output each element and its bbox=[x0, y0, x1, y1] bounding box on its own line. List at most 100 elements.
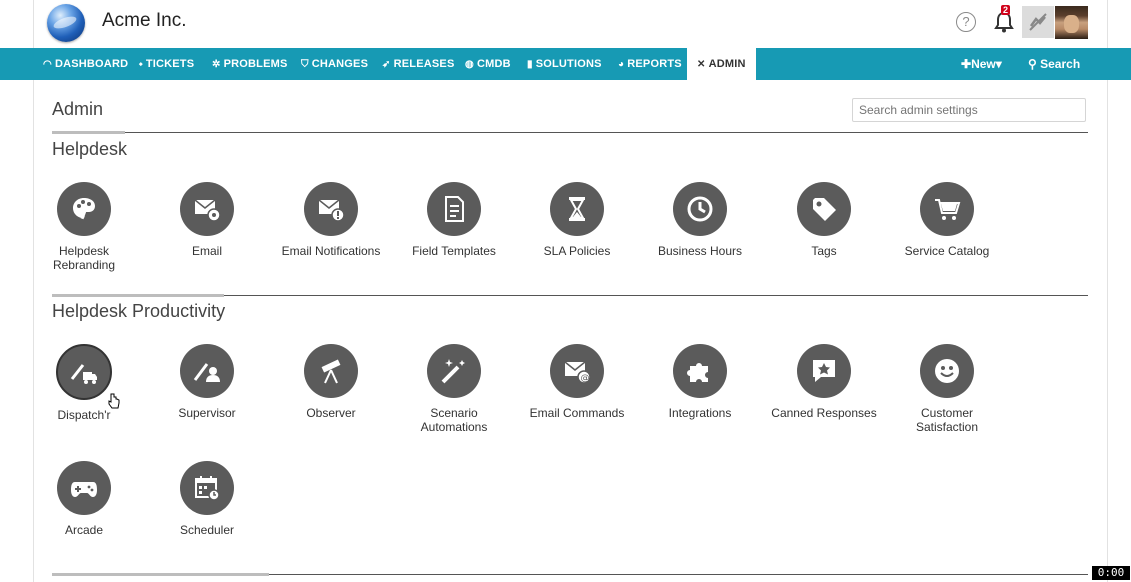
tag-icon bbox=[797, 182, 851, 236]
nav-changes-label: CHANGES bbox=[311, 58, 369, 70]
nav-releases[interactable]: ➶ RELEASES bbox=[382, 48, 455, 80]
recording-timer: 0:00 bbox=[1092, 566, 1130, 580]
tile-label: Helpdesk Rebranding bbox=[52, 244, 116, 272]
palette-icon bbox=[57, 182, 111, 236]
tile-label: Canned Responses bbox=[771, 406, 877, 420]
notification-badge: 2 bbox=[1001, 5, 1011, 15]
tile-email-notifications[interactable]: Email Notifications bbox=[276, 182, 386, 258]
nav-solutions-label: SOLUTIONS bbox=[535, 58, 602, 70]
chat-star-icon bbox=[797, 344, 851, 398]
book-icon: ▮ bbox=[527, 59, 533, 70]
tile-sla-policies[interactable]: SLA Policies bbox=[522, 182, 632, 258]
tile-field-templates[interactable]: Field Templates bbox=[399, 182, 509, 258]
status-toggle-button[interactable] bbox=[1022, 6, 1054, 38]
top-bar: Acme Inc. ? 2 bbox=[34, 0, 1107, 48]
cart-icon bbox=[920, 182, 974, 236]
tile-canned-responses[interactable]: Canned Responses bbox=[769, 344, 879, 420]
tile-label: Email Notifications bbox=[281, 244, 381, 258]
pie-icon: ◕ bbox=[618, 59, 625, 70]
tile-service-catalog[interactable]: Service Catalog bbox=[892, 182, 1002, 258]
tile-label: Scenario Automations bbox=[420, 406, 488, 434]
gamepad-icon bbox=[57, 461, 111, 515]
cube-icon: ◍ bbox=[465, 59, 474, 70]
user-avatar[interactable] bbox=[1055, 6, 1088, 39]
nav-admin[interactable]: ✕ ADMIN bbox=[687, 48, 756, 80]
search-button[interactable]: ⚲ Search bbox=[1028, 48, 1080, 80]
chevron-down-icon: ▾ bbox=[995, 57, 1002, 71]
tile-label: Scheduler bbox=[179, 523, 235, 537]
nav-dashboard-label: DASHBOARD bbox=[54, 58, 129, 70]
tile-label: Service Catalog bbox=[904, 244, 990, 258]
company-logo-icon[interactable] bbox=[47, 4, 85, 42]
agent-status-icon bbox=[1029, 13, 1047, 31]
plus-icon: ✚ bbox=[961, 57, 972, 71]
ticket-icon: ⬩ bbox=[139, 59, 143, 70]
nav-problems-label: PROBLEMS bbox=[223, 58, 288, 70]
help-icon[interactable]: ? bbox=[956, 12, 976, 32]
email-settings-icon bbox=[180, 182, 234, 236]
tile-supervisor[interactable]: Supervisor bbox=[152, 344, 262, 420]
section-divider-accent bbox=[52, 294, 224, 297]
main-nav: ◠ DASHBOARD ⬩ TICKETS ✲ PROBLEMS ⛉ CHANGES ➶… bbox=[0, 48, 1131, 80]
tile-label: Customer Satisfaction bbox=[915, 406, 979, 434]
nav-cmdb-label: CMDB bbox=[476, 58, 511, 70]
tile-label: Arcade bbox=[64, 523, 104, 537]
tile-label: Tags bbox=[811, 244, 837, 258]
nav-admin-label: ADMIN bbox=[708, 58, 746, 70]
tile-label: Field Templates bbox=[412, 244, 496, 258]
tile-scheduler[interactable]: Scheduler bbox=[152, 461, 262, 537]
hand-cursor-icon bbox=[108, 393, 120, 409]
tile-dispatchr[interactable]: Dispatch'r bbox=[29, 344, 139, 422]
new-button-label: New bbox=[971, 57, 996, 71]
tile-arcade[interactable]: Arcade bbox=[29, 461, 139, 537]
hourglass-icon bbox=[550, 182, 604, 236]
tools-icon: ✕ bbox=[697, 59, 706, 70]
bug-icon: ✲ bbox=[212, 59, 221, 70]
section-divider-accent bbox=[52, 573, 269, 576]
shield-icon: ⛉ bbox=[301, 59, 309, 70]
search-button-label: Search bbox=[1040, 57, 1081, 71]
nav-reports[interactable]: ◕ REPORTS bbox=[618, 48, 682, 80]
tile-email[interactable]: Email bbox=[152, 182, 262, 258]
section-title-helpdesk-productivity: Helpdesk Productivity bbox=[52, 301, 226, 321]
nav-dashboard[interactable]: ◠ DASHBOARD bbox=[43, 48, 128, 80]
telescope-icon bbox=[304, 344, 358, 398]
nav-releases-label: RELEASES bbox=[393, 58, 455, 70]
nav-reports-label: REPORTS bbox=[627, 58, 682, 70]
tile-tags[interactable]: Tags bbox=[769, 182, 879, 258]
tile-email-commands[interactable]: @ Email Commands bbox=[522, 344, 632, 420]
page-title: Admin bbox=[52, 99, 104, 119]
tile-label: Observer bbox=[306, 406, 356, 420]
tile-label: Email bbox=[191, 244, 222, 258]
rocket-icon: ➶ bbox=[382, 59, 391, 70]
puzzle-icon bbox=[673, 344, 727, 398]
svg-text:@: @ bbox=[581, 374, 590, 384]
tile-customer-satisfaction[interactable]: Customer Satisfaction bbox=[892, 344, 1002, 434]
truck-wand-icon bbox=[56, 344, 112, 400]
magic-wand-icon bbox=[427, 344, 481, 398]
tile-integrations[interactable]: Integrations bbox=[645, 344, 755, 420]
admin-search-input[interactable] bbox=[852, 98, 1086, 122]
tile-helpdesk-rebranding[interactable]: Helpdesk Rebranding bbox=[29, 182, 139, 272]
new-button[interactable]: ✚New▾ bbox=[961, 48, 1002, 80]
tile-label: Dispatch'r bbox=[57, 408, 111, 422]
nav-tickets[interactable]: ⬩ TICKETS bbox=[139, 48, 194, 80]
section-divider bbox=[52, 132, 1088, 133]
nav-problems[interactable]: ✲ PROBLEMS bbox=[212, 48, 288, 80]
nav-changes[interactable]: ⛉ CHANGES bbox=[301, 48, 368, 80]
tile-scenario-automations[interactable]: Scenario Automations bbox=[399, 344, 509, 434]
dashboard-icon: ◠ bbox=[43, 59, 52, 70]
nav-cmdb[interactable]: ◍ CMDB bbox=[465, 48, 511, 80]
nav-solutions[interactable]: ▮ SOLUTIONS bbox=[527, 48, 602, 80]
tile-label: Email Commands bbox=[529, 406, 625, 420]
tile-business-hours[interactable]: Business Hours bbox=[645, 182, 755, 258]
clock-icon bbox=[673, 182, 727, 236]
search-icon: ⚲ bbox=[1028, 57, 1041, 71]
section-title-helpdesk: Helpdesk bbox=[52, 139, 128, 159]
document-icon bbox=[427, 182, 481, 236]
company-name: Acme Inc. bbox=[102, 10, 187, 31]
tile-observer[interactable]: Observer bbox=[276, 344, 386, 420]
nav-tickets-label: TICKETS bbox=[145, 58, 195, 70]
email-at-icon: @ bbox=[550, 344, 604, 398]
section-divider-accent bbox=[52, 131, 125, 134]
